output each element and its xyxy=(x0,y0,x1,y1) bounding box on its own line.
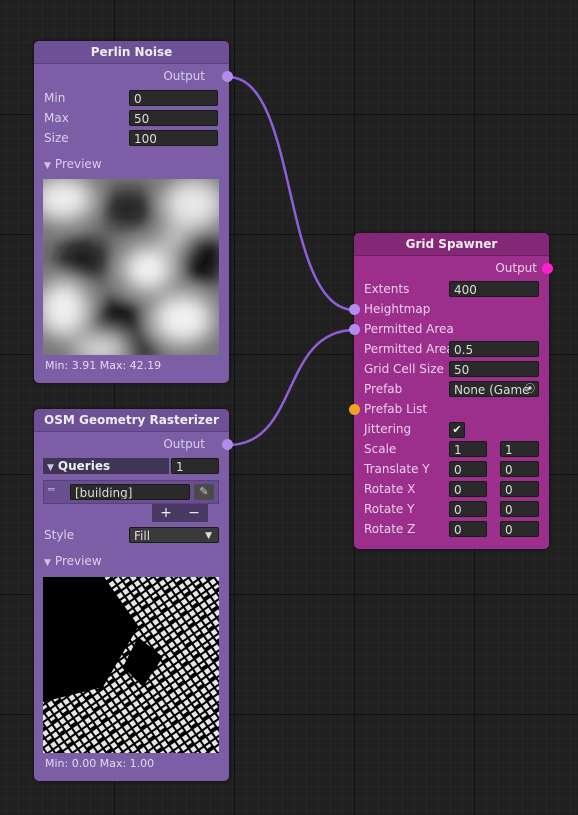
extents-field[interactable]: 400 xyxy=(449,281,539,297)
edge-osm-to-permitted-area xyxy=(227,328,356,447)
noise-preview-image xyxy=(43,179,219,355)
osm-preview-image xyxy=(43,577,219,753)
query-item-field[interactable]: [building] xyxy=(70,484,190,500)
perlin-output-port[interactable] xyxy=(222,71,233,82)
permitted-area-input-port[interactable] xyxy=(349,324,360,335)
edge-perlin-to-heightmap xyxy=(227,75,356,312)
preview-minmax: Min: 0.00 Max: 1.00 xyxy=(45,757,155,770)
preview-foldout[interactable]: ▼ Preview xyxy=(44,157,102,171)
scale-min-field[interactable]: 1 xyxy=(449,441,487,457)
foldout-triangle-icon: ▼ xyxy=(44,558,51,568)
style-label: Style xyxy=(44,528,75,542)
preview-label: Preview xyxy=(54,157,102,171)
output-label: Output xyxy=(163,437,205,451)
prefab-object-field[interactable]: None (Game ⦿ xyxy=(449,381,539,397)
rotate-x-label: Rotate X xyxy=(364,482,416,496)
node-title: Perlin Noise xyxy=(34,41,229,64)
min-label: Min xyxy=(44,91,66,105)
heightmap-input-label: Heightmap xyxy=(364,302,431,316)
rotate-y-label: Rotate Y xyxy=(364,502,415,516)
rotate-z-min-field[interactable]: 0 xyxy=(449,521,487,537)
preview-foldout[interactable]: ▼ Preview xyxy=(44,554,102,568)
extents-label: Extents xyxy=(364,282,410,296)
add-query-button[interactable]: + xyxy=(152,504,180,522)
preview-label: Preview xyxy=(54,554,102,568)
size-label: Size xyxy=(44,131,69,145)
rotate-y-min-field[interactable]: 0 xyxy=(449,501,487,517)
drag-handle-icon[interactable]: ═ xyxy=(48,483,55,496)
prefab-value: None (Game xyxy=(454,383,530,397)
remove-query-button[interactable]: − xyxy=(180,504,208,522)
grid-spawner-node[interactable]: Grid Spawner Output Extents 400 Heightma… xyxy=(354,233,549,549)
query-list: ═ [building] ✎ xyxy=(43,480,219,504)
scale-max-field[interactable]: 1 xyxy=(500,441,539,457)
output-label: Output xyxy=(163,69,205,83)
min-field[interactable]: 0 xyxy=(129,90,218,106)
prefab-list-input-label: Prefab List xyxy=(364,402,428,416)
queries-foldout[interactable]: ▼ Queries xyxy=(43,458,169,474)
translate-y-label: Translate Y xyxy=(364,462,430,476)
perlin-noise-node[interactable]: Perlin Noise Output Min 0 Max 50 Size 10… xyxy=(34,41,229,383)
permitted-area-field[interactable]: 0.5 xyxy=(449,341,539,357)
scale-label: Scale xyxy=(364,442,397,456)
edit-query-button[interactable]: ✎ xyxy=(194,484,214,500)
foldout-triangle-icon: ▼ xyxy=(44,161,51,171)
translate-y-min-field[interactable]: 0 xyxy=(449,461,487,477)
rotate-z-max-field[interactable]: 0 xyxy=(500,521,539,537)
prefab-label: Prefab xyxy=(364,382,403,396)
preview-minmax: Min: 3.91 Max: 42.19 xyxy=(45,359,162,372)
jittering-label: Jittering xyxy=(364,422,412,436)
queries-label: Queries xyxy=(57,459,111,473)
chevron-down-icon: ▼ xyxy=(205,531,212,541)
osm-output-port[interactable] xyxy=(222,439,233,450)
jittering-checkbox[interactable]: ✔ xyxy=(449,422,465,438)
permitted-area-input-label: Permitted Area xyxy=(364,322,454,336)
rotate-z-label: Rotate Z xyxy=(364,522,416,536)
style-value: Fill xyxy=(134,529,151,543)
grid-output-port[interactable] xyxy=(542,263,553,274)
heightmap-input-port[interactable] xyxy=(349,304,360,315)
output-label: Output xyxy=(495,261,537,275)
rotate-y-max-field[interactable]: 0 xyxy=(500,501,539,517)
translate-y-max-field[interactable]: 0 xyxy=(500,461,539,477)
node-title: OSM Geometry Rasterizer xyxy=(34,409,229,432)
rotate-x-min-field[interactable]: 0 xyxy=(449,481,487,497)
size-field[interactable]: 100 xyxy=(129,130,218,146)
pencil-icon: ✎ xyxy=(199,485,209,498)
foldout-triangle-icon: ▼ xyxy=(47,463,54,473)
osm-rasterizer-node[interactable]: OSM Geometry Rasterizer Output ▼ Queries … xyxy=(34,409,229,781)
max-label: Max xyxy=(44,111,69,125)
queries-count-field[interactable]: 1 xyxy=(171,458,219,474)
max-field[interactable]: 50 xyxy=(129,110,218,126)
permitted-area-label: Permitted Area xyxy=(364,342,454,356)
checkmark-icon: ✔ xyxy=(452,423,462,436)
prefab-list-input-port[interactable] xyxy=(349,404,360,415)
grid-cell-size-field[interactable]: 50 xyxy=(449,361,539,377)
grid-cell-size-label: Grid Cell Size xyxy=(364,362,444,376)
node-title: Grid Spawner xyxy=(354,233,549,256)
style-dropdown[interactable]: Fill ▼ xyxy=(129,527,219,543)
rotate-x-max-field[interactable]: 0 xyxy=(500,481,539,497)
object-picker-icon[interactable]: ⦿ xyxy=(525,382,535,396)
